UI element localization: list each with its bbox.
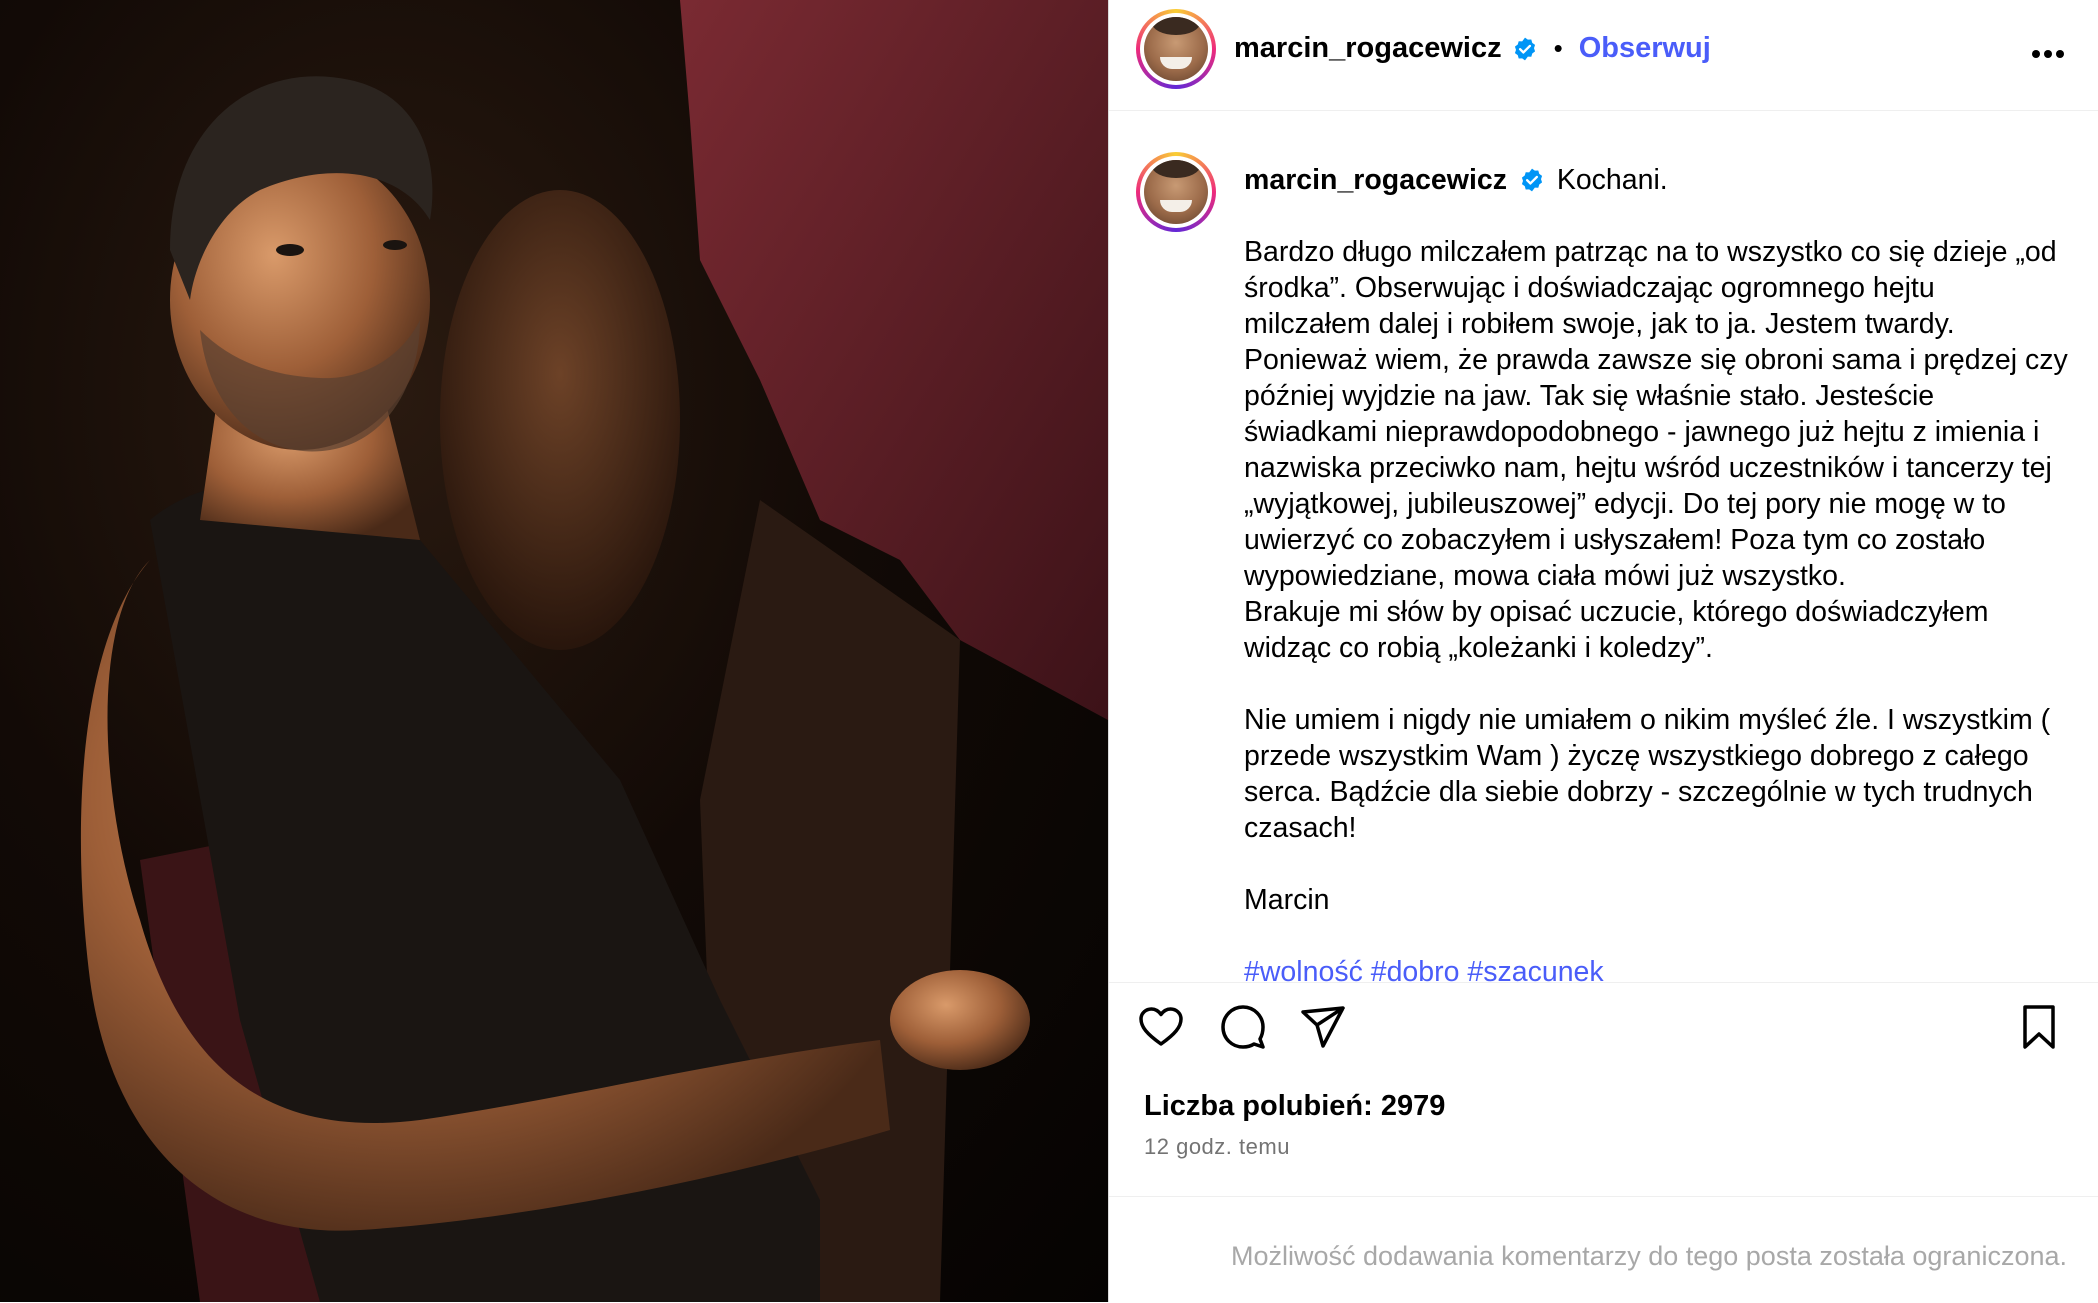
post-details-panel: marcin_rogacewicz • Obserwuj marcin_roga… [1109, 0, 2098, 1302]
follow-button[interactable]: Obserwuj [1579, 32, 1711, 65]
caption-area: marcin_rogacewicz Kochani. Bardzo długo … [1109, 110, 2098, 982]
caption-line: Ponieważ wiem, że prawda zawsze się obro… [1244, 344, 2068, 376]
caption-line: Brakuje mi słów by opisać uczucie, które… [1244, 596, 1989, 628]
avatar-photo [1144, 17, 1208, 81]
comments-footer: Możliwość dodawania komentarzy do tego p… [1109, 1196, 2098, 1303]
avatar-photo [1144, 160, 1208, 224]
verified-badge-icon [1521, 168, 1542, 192]
bookmark-icon[interactable] [2015, 1003, 2065, 1051]
action-bar [1109, 982, 2098, 1063]
caption-line: czasach! [1244, 812, 1357, 844]
caption-greeting: Kochani. [1556, 164, 1668, 196]
caption-line: nazwiska przeciwko nam, hejtu wśród ucze… [1244, 452, 2052, 484]
caption-line: „wyjątkowej, jubileuszowej” edycji. Do t… [1244, 488, 2006, 520]
caption-line: świadkami nieprawdopodobnego - jawnego j… [1244, 416, 2040, 448]
comment-icon[interactable] [1219, 1003, 1269, 1051]
caption-line: widząc co robią „koleżanki i koledzy”. [1244, 632, 1713, 664]
heart-icon[interactable] [1137, 1003, 1187, 1051]
caption-line: wypowiedziane, mowa ciała mówi już wszys… [1244, 560, 1846, 592]
caption-line: serca. Bądźcie dla siebie dobrzy - szcze… [1244, 776, 2033, 808]
post-photo[interactable] [0, 0, 1108, 1302]
likes-count[interactable]: Liczba polubień: 2979 [1144, 1090, 1445, 1123]
header-avatar[interactable] [1136, 9, 1216, 89]
caption-line: środka”. Obserwując i doświadczając ogro… [1244, 272, 1935, 304]
share-icon[interactable] [1299, 1003, 1349, 1051]
caption-text: marcin_rogacewicz Kochani. Bardzo długo … [1244, 162, 2074, 982]
comments-disabled-notice: Możliwość dodawania komentarzy do tego p… [1231, 1241, 2067, 1271]
verified-badge-icon [1514, 37, 1535, 60]
photo-illustration [80, 0, 1108, 1302]
caption-username[interactable]: marcin_rogacewicz [1244, 164, 1507, 196]
caption-line: później wyjdzie na jaw. Tak się właśnie … [1244, 380, 1935, 412]
caption-line: Bardzo długo milczałem patrząc na to wsz… [1244, 236, 2057, 268]
caption-signature: Marcin [1244, 884, 1330, 916]
caption-line: uwierzyć co zobaczyłem i usłyszałem! Poz… [1244, 524, 1986, 556]
caption-line: przede wszystkim Wam ) życzę wszystkiego… [1244, 740, 2029, 772]
post-timestamp[interactable]: 12 godz. temu [1144, 1134, 1290, 1160]
separator-dot: • [1553, 33, 1563, 63]
caption-avatar[interactable] [1136, 152, 1216, 232]
caption-hashtags[interactable]: #wolność #dobro #szacunek [1244, 954, 2074, 982]
caption-line: milczałem dalej i robiłem swoje, jak to … [1244, 308, 1955, 340]
post-header: marcin_rogacewicz • Obserwuj [1109, 0, 2098, 111]
more-options-icon[interactable] [2028, 34, 2068, 74]
header-username[interactable]: marcin_rogacewicz [1234, 32, 1502, 65]
caption-line: Nie umiem i nigdy nie umiałem o nikim my… [1244, 704, 2051, 736]
